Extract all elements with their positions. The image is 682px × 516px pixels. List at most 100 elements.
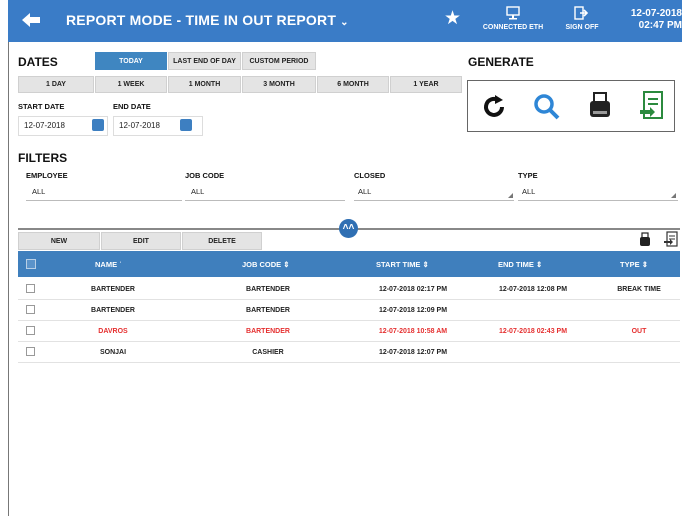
sort-icon: ⇕: [535, 260, 543, 269]
sign-off-label: SIGN OFF: [565, 24, 599, 31]
row-job-code: CASHIER: [252, 349, 284, 356]
table-row[interactable]: BARTENDER BARTENDER 12-07-2018 12:09 PM: [18, 300, 680, 321]
select-all-checkbox[interactable]: [26, 259, 36, 269]
table-row[interactable]: BARTENDER BARTENDER 12-07-2018 02:17 PM …: [18, 279, 680, 300]
range-3month-button[interactable]: 3 MONTH: [242, 76, 316, 93]
back-arrow-icon[interactable]: [20, 10, 44, 30]
col-name-label: NAME: [95, 260, 118, 269]
row-name: BARTENDER: [91, 286, 135, 293]
connected-label: CONNECTED ETH: [482, 24, 544, 31]
closed-filter-label: CLOSED: [354, 171, 386, 180]
connected-status: CONNECTED ETH: [478, 6, 548, 31]
range-1week-button[interactable]: 1 WEEK: [95, 76, 167, 93]
closed-underline: [354, 200, 514, 201]
row-type: BREAK TIME: [617, 286, 661, 293]
end-date-label: END DATE: [113, 102, 151, 111]
col-start-label: START TIME: [376, 260, 421, 269]
row-start-time: 12-07-2018 02:17 PM: [378, 286, 448, 293]
row-checkbox[interactable]: [26, 305, 35, 314]
favorite-star-icon[interactable]: ★: [444, 9, 461, 29]
employee-filter-select[interactable]: ALL: [26, 184, 182, 201]
sort-icon: ˙: [119, 260, 122, 269]
job-code-filter-label: JOB CODE: [185, 171, 225, 180]
table-print-icon[interactable]: [639, 232, 651, 253]
header-date: 12-07-2018: [630, 8, 682, 19]
row-job-code: BARTENDER: [246, 286, 290, 293]
job-code-underline: [185, 200, 345, 201]
employee-filter-label: EMPLOYEE: [26, 171, 68, 180]
print-icon[interactable]: [588, 91, 612, 126]
delete-button[interactable]: DELETE: [182, 232, 262, 250]
table-row[interactable]: SONJAI CASHIER 12-07-2018 12:07 PM: [18, 342, 680, 363]
collapse-icon[interactable]: ˄˄: [339, 219, 358, 238]
sign-off-button[interactable]: SIGN OFF: [560, 6, 604, 31]
monitor-icon: [506, 6, 520, 20]
row-type: OUT: [631, 328, 647, 335]
table-export-icon[interactable]: [664, 231, 678, 253]
header-time: 02:47 PM: [638, 20, 682, 31]
export-icon[interactable]: [638, 90, 666, 127]
table-row-highlighted[interactable]: DAVROS BARTENDER 12-07-2018 10:58 AM 12-…: [18, 321, 680, 342]
col-jobcode-header[interactable]: JOB CODE ⇕: [242, 260, 302, 269]
col-end-label: END TIME: [498, 260, 534, 269]
datetime-display: 12-07-2018 02:47 PM: [616, 8, 682, 32]
sort-icon: ⇕: [641, 260, 648, 269]
new-button[interactable]: NEW: [18, 232, 100, 250]
search-icon[interactable]: [532, 92, 562, 127]
job-code-filter-value: ALL: [191, 187, 205, 196]
table-header: NAME ˙ JOB CODE ⇕ START TIME ⇕ END TIME …: [18, 251, 680, 277]
job-code-filter-select[interactable]: ALL: [185, 184, 345, 201]
start-date-label: START DATE: [18, 102, 65, 111]
employee-underline: [26, 200, 182, 201]
type-filter-value: ALL: [522, 187, 536, 196]
sort-icon: ⇕: [422, 260, 429, 269]
closed-dropdown-icon: [508, 193, 513, 198]
generate-panel: [467, 80, 675, 132]
top-bar: REPORT MODE - TIME IN OUT REPORT ⌄ ★ CON…: [8, 0, 682, 42]
sort-icon: ⇕: [283, 260, 290, 269]
col-jobcode-label: JOB CODE: [242, 260, 282, 269]
preset-last-eod-button[interactable]: LAST END OF DAY: [168, 52, 241, 70]
row-end-time: 12-07-2018 12:08 PM: [498, 286, 568, 293]
chevron-down-icon: ⌄: [340, 17, 349, 28]
row-name: BARTENDER: [91, 307, 135, 314]
range-1month-button[interactable]: 1 MONTH: [168, 76, 241, 93]
edit-button[interactable]: EDIT: [101, 232, 181, 250]
row-start-time: 12-07-2018 10:58 AM: [378, 328, 448, 335]
type-filter-label: TYPE: [518, 171, 538, 180]
preset-custom-period-button[interactable]: CUSTOM PERIOD: [242, 52, 316, 70]
closed-filter-value: ALL: [358, 187, 372, 196]
col-name-header[interactable]: NAME ˙: [95, 260, 139, 269]
type-underline: [518, 200, 678, 201]
row-checkbox[interactable]: [26, 326, 35, 335]
range-6month-button[interactable]: 6 MONTH: [317, 76, 389, 93]
row-checkbox[interactable]: [26, 284, 35, 293]
filters-heading: FILTERS: [18, 151, 68, 165]
end-date-value: 12-07-2018: [119, 121, 160, 130]
start-calendar-icon[interactable]: [92, 119, 104, 131]
col-start-header[interactable]: START TIME ⇕: [376, 260, 446, 269]
col-type-label: TYPE: [620, 260, 640, 269]
report-title: REPORT MODE - TIME IN OUT REPORT: [66, 12, 337, 28]
dates-heading: DATES: [18, 55, 58, 69]
type-dropdown-icon: [671, 193, 676, 198]
range-1year-button[interactable]: 1 YEAR: [390, 76, 462, 93]
report-title-dropdown[interactable]: REPORT MODE - TIME IN OUT REPORT ⌄: [66, 12, 349, 28]
range-1day-button[interactable]: 1 DAY: [18, 76, 94, 93]
row-name: DAVROS: [98, 328, 128, 335]
start-date-value: 12-07-2018: [24, 121, 65, 130]
col-type-header[interactable]: TYPE ⇕: [620, 260, 660, 269]
generate-heading: GENERATE: [468, 55, 534, 69]
preset-today-button[interactable]: TODAY: [95, 52, 167, 70]
closed-filter-select[interactable]: ALL: [354, 184, 514, 201]
sign-off-icon: [574, 6, 589, 20]
refresh-icon[interactable]: [480, 93, 508, 126]
employee-filter-value: ALL: [32, 187, 46, 196]
col-end-header[interactable]: END TIME ⇕: [498, 260, 568, 269]
row-checkbox[interactable]: [26, 347, 35, 356]
row-start-time: 12-07-2018 12:09 PM: [378, 307, 448, 314]
row-name: SONJAI: [99, 349, 127, 356]
end-calendar-icon[interactable]: [180, 119, 192, 131]
row-start-time: 12-07-2018 12:07 PM: [378, 349, 448, 356]
type-filter-select[interactable]: ALL: [518, 184, 678, 201]
